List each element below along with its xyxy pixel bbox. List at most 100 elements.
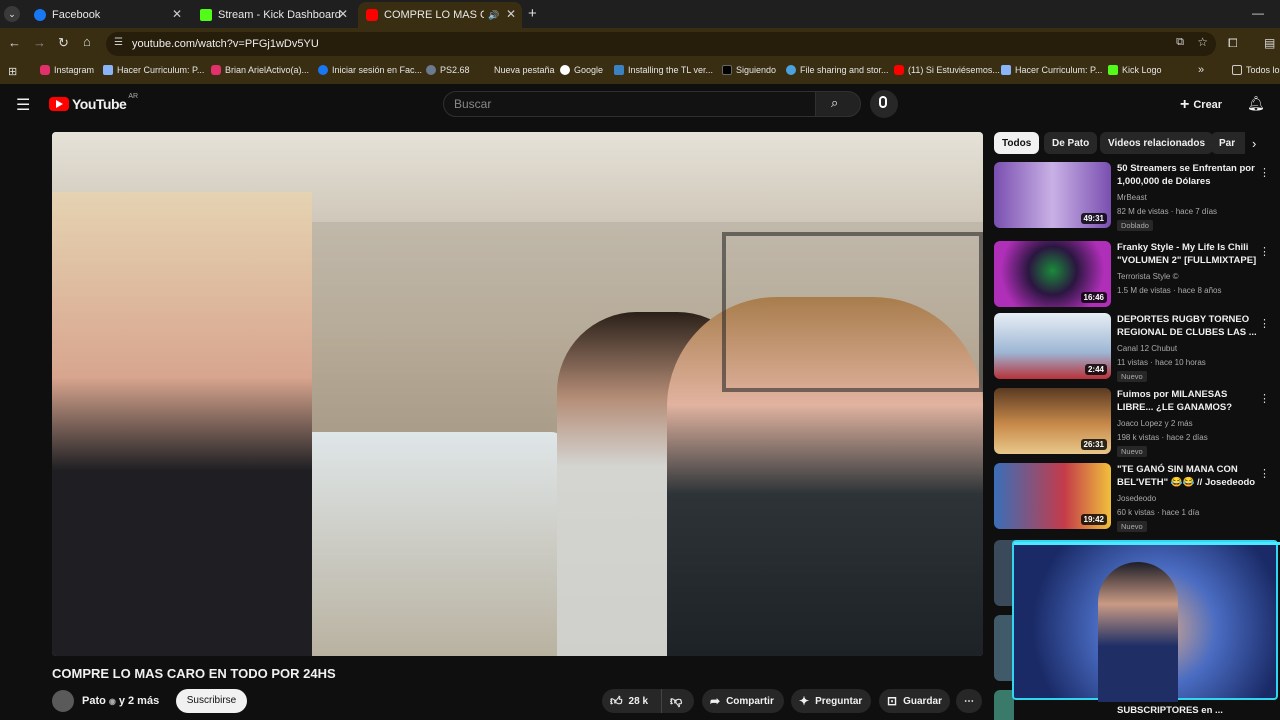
- rec-channel[interactable]: Josedeodo: [1117, 494, 1156, 503]
- new-tab-icon[interactable]: +: [528, 5, 537, 22]
- recommendation-item[interactable]: 49:31 50 Streamers se Enfrentan por 1,00…: [994, 162, 1274, 232]
- chevron-right-icon[interactable]: ›: [1252, 136, 1256, 151]
- bookmark-label: Hacer Curriculum: P...: [1015, 65, 1103, 75]
- apps-grid-icon[interactable]: ⊞: [8, 65, 17, 78]
- recommendation-item[interactable]: 16:46 Franky Style - My Life Is Chili "V…: [994, 241, 1274, 311]
- audio-playing-icon[interactable]: 🔊: [488, 10, 499, 21]
- tab-title: COMPRE LO MAS CARO EN: [384, 9, 484, 21]
- bookmark-youtube-song[interactable]: (11) Si Estuviésemos...: [894, 65, 1000, 75]
- share-label: Compartir: [726, 695, 774, 707]
- chip-de-pato[interactable]: De Pato: [1044, 132, 1098, 154]
- site-info-icon[interactable]: ☰: [114, 37, 123, 48]
- more-options-icon[interactable]: ⋮: [1259, 467, 1270, 480]
- tab-facebook[interactable]: Facebook ✕: [26, 2, 188, 28]
- install-app-icon[interactable]: ⧉: [1176, 36, 1184, 49]
- facebook-icon: [318, 65, 328, 75]
- rec-channel[interactable]: Terrorista Style ©: [1117, 272, 1178, 281]
- create-button[interactable]: + Crear: [1180, 96, 1222, 114]
- bookmark-file-sharing[interactable]: File sharing and stor...: [786, 65, 889, 75]
- home-icon[interactable]: ⌂: [83, 34, 91, 49]
- video-thumbnail[interactable]: 16:46: [994, 241, 1111, 307]
- chip-partial[interactable]: Par: [1211, 132, 1245, 154]
- more-bookmarks-icon[interactable]: »: [1198, 64, 1204, 76]
- voice-search-button[interactable]: [870, 90, 898, 118]
- more-options-icon[interactable]: ⋮: [1259, 317, 1270, 330]
- rec-title[interactable]: DEPORTES RUGBY TORNEO REGIONAL DE CLUBES…: [1117, 313, 1257, 339]
- bookmark-kick-logo[interactable]: Kick Logo: [1108, 65, 1162, 75]
- video-person-left: [52, 192, 312, 656]
- channel-avatar[interactable]: [52, 690, 74, 712]
- recommendation-item[interactable]: 26:31 Fuimos por MILANESAS LIBRE... ¿LE …: [994, 388, 1274, 458]
- rec-channel[interactable]: Joaco Lopez y 2 más: [1117, 419, 1193, 428]
- bookmark-instagram-brian[interactable]: Brian ArielActivo(a)...: [211, 65, 309, 75]
- video-thumbnail[interactable]: 19:42: [994, 463, 1111, 529]
- search-button[interactable]: ⌕: [815, 91, 861, 117]
- bookmark-curriculum[interactable]: Hacer Curriculum: P...: [103, 65, 204, 75]
- rec-title[interactable]: "TE GANÓ SIN MANA CON BEL'VETH" 😂😂 // Jo…: [1117, 463, 1257, 489]
- menu-hamburger-icon[interactable]: ☰: [16, 95, 30, 115]
- like-button[interactable]: 👍︎ 28 k: [602, 689, 662, 713]
- bookmark-facebook-login[interactable]: Iniciar sesión en Fac...: [318, 65, 422, 75]
- bookmark-label: Siguiendo: [736, 65, 777, 75]
- document-icon: [103, 65, 113, 75]
- close-tab-icon[interactable]: ✕: [338, 7, 348, 21]
- tab-kick-dashboard[interactable]: Stream - Kick Dashboard ✕: [192, 2, 354, 28]
- rec-title[interactable]: Franky Style - My Life Is Chili "VOLUMEN…: [1117, 241, 1257, 267]
- bookmark-ps2[interactable]: PS2.68: [426, 65, 470, 75]
- rec-channel[interactable]: MrBeast: [1117, 193, 1147, 202]
- tab-youtube-active[interactable]: COMPRE LO MAS CARO EN 🔊 ✕: [358, 2, 522, 28]
- dislike-button[interactable]: 👎︎: [662, 694, 682, 709]
- close-tab-icon[interactable]: ✕: [172, 7, 182, 21]
- bookmark-tl-installing[interactable]: Installing the TL ver...: [614, 65, 713, 75]
- bookmark-new-tab[interactable]: Nueva pestaña: [480, 65, 555, 75]
- video-thumbnail[interactable]: 2:44: [994, 313, 1111, 379]
- back-icon[interactable]: ←: [8, 35, 21, 50]
- recommendation-thumbnail-partial[interactable]: [994, 615, 1014, 681]
- reload-icon[interactable]: ↻: [58, 35, 69, 51]
- save-button[interactable]: ⊡ Guardar: [879, 689, 950, 713]
- rec-title[interactable]: 50 Streamers se Enfrentan por 1,000,000 …: [1117, 162, 1257, 188]
- rec-channel[interactable]: Canal 12 Chubut: [1117, 344, 1177, 353]
- video-thumbnail[interactable]: 49:31: [994, 162, 1111, 228]
- recommendation-item[interactable]: 2:44 DEPORTES RUGBY TORNEO REGIONAL DE C…: [994, 313, 1274, 383]
- forward-icon[interactable]: →: [33, 35, 46, 50]
- side-panel-icon[interactable]: ▤: [1264, 36, 1275, 50]
- address-bar[interactable]: ☰ youtube.com/watch?v=PFGj1wDv5YU ⧉ ☆: [106, 32, 1216, 56]
- like-dislike-group: 👍︎ 28 k 👎︎: [602, 689, 694, 713]
- rec-meta: 60 k vistas · hace 1 día: [1117, 508, 1200, 517]
- bookmark-star-icon[interactable]: ☆: [1197, 35, 1208, 49]
- bookmark-x-siguiendo[interactable]: Siguiendo: [722, 65, 776, 75]
- extensions-icon[interactable]: ⧠: [1228, 36, 1238, 51]
- chip-todos[interactable]: Todos: [994, 132, 1040, 154]
- create-label: Crear: [1193, 99, 1223, 111]
- video-title: COMPRE LO MAS CARO EN TODO POR 24HS: [52, 666, 336, 681]
- recommendation-thumbnail-partial[interactable]: [994, 690, 1014, 720]
- search-input[interactable]: Buscar: [443, 91, 816, 117]
- youtube-icon: [894, 65, 904, 75]
- notifications-bell-icon[interactable]: 🔔︎: [1247, 95, 1265, 112]
- share-button[interactable]: ➦ Compartir: [702, 689, 784, 713]
- more-options-icon[interactable]: ⋮: [1259, 245, 1270, 258]
- rec-title[interactable]: Fuimos por MILANESAS LIBRE... ¿LE GANAMO…: [1117, 388, 1257, 414]
- more-actions-button[interactable]: ⋯: [956, 689, 982, 713]
- minimize-window-icon[interactable]: —: [1252, 6, 1264, 20]
- subscribe-button[interactable]: Suscribirse: [176, 689, 247, 713]
- tab-list-dropdown-icon[interactable]: ⌄: [4, 6, 20, 22]
- more-options-icon[interactable]: ⋮: [1259, 392, 1270, 405]
- chip-videos-relacionados[interactable]: Videos relacionados: [1100, 132, 1214, 154]
- bookmark-google[interactable]: Google: [560, 65, 603, 75]
- youtube-logo[interactable]: YouTube AR: [49, 93, 138, 112]
- bookmark-all-folder[interactable]: Todos los: [1232, 65, 1280, 75]
- recommendation-thumbnail-partial[interactable]: [994, 540, 1014, 606]
- rec-title-partial[interactable]: SUBSCRIPTORES en ...: [1117, 705, 1223, 716]
- more-options-icon[interactable]: ⋮: [1259, 166, 1270, 179]
- rec-meta: 82 M de vistas · hace 7 días: [1117, 207, 1218, 216]
- bookmark-curriculum-2[interactable]: Hacer Curriculum: P...: [1001, 65, 1102, 75]
- video-thumbnail[interactable]: 26:31: [994, 388, 1111, 454]
- close-tab-icon[interactable]: ✕: [506, 7, 516, 21]
- video-player[interactable]: [52, 132, 983, 656]
- recommendation-item[interactable]: 19:42 "TE GANÓ SIN MANA CON BEL'VETH" 😂😂…: [994, 463, 1274, 533]
- ask-button[interactable]: ✦ Preguntar: [791, 689, 871, 713]
- bookmark-instagram[interactable]: Instagram: [40, 65, 94, 75]
- channel-name[interactable]: Pato ◉ y 2 más: [82, 695, 159, 707]
